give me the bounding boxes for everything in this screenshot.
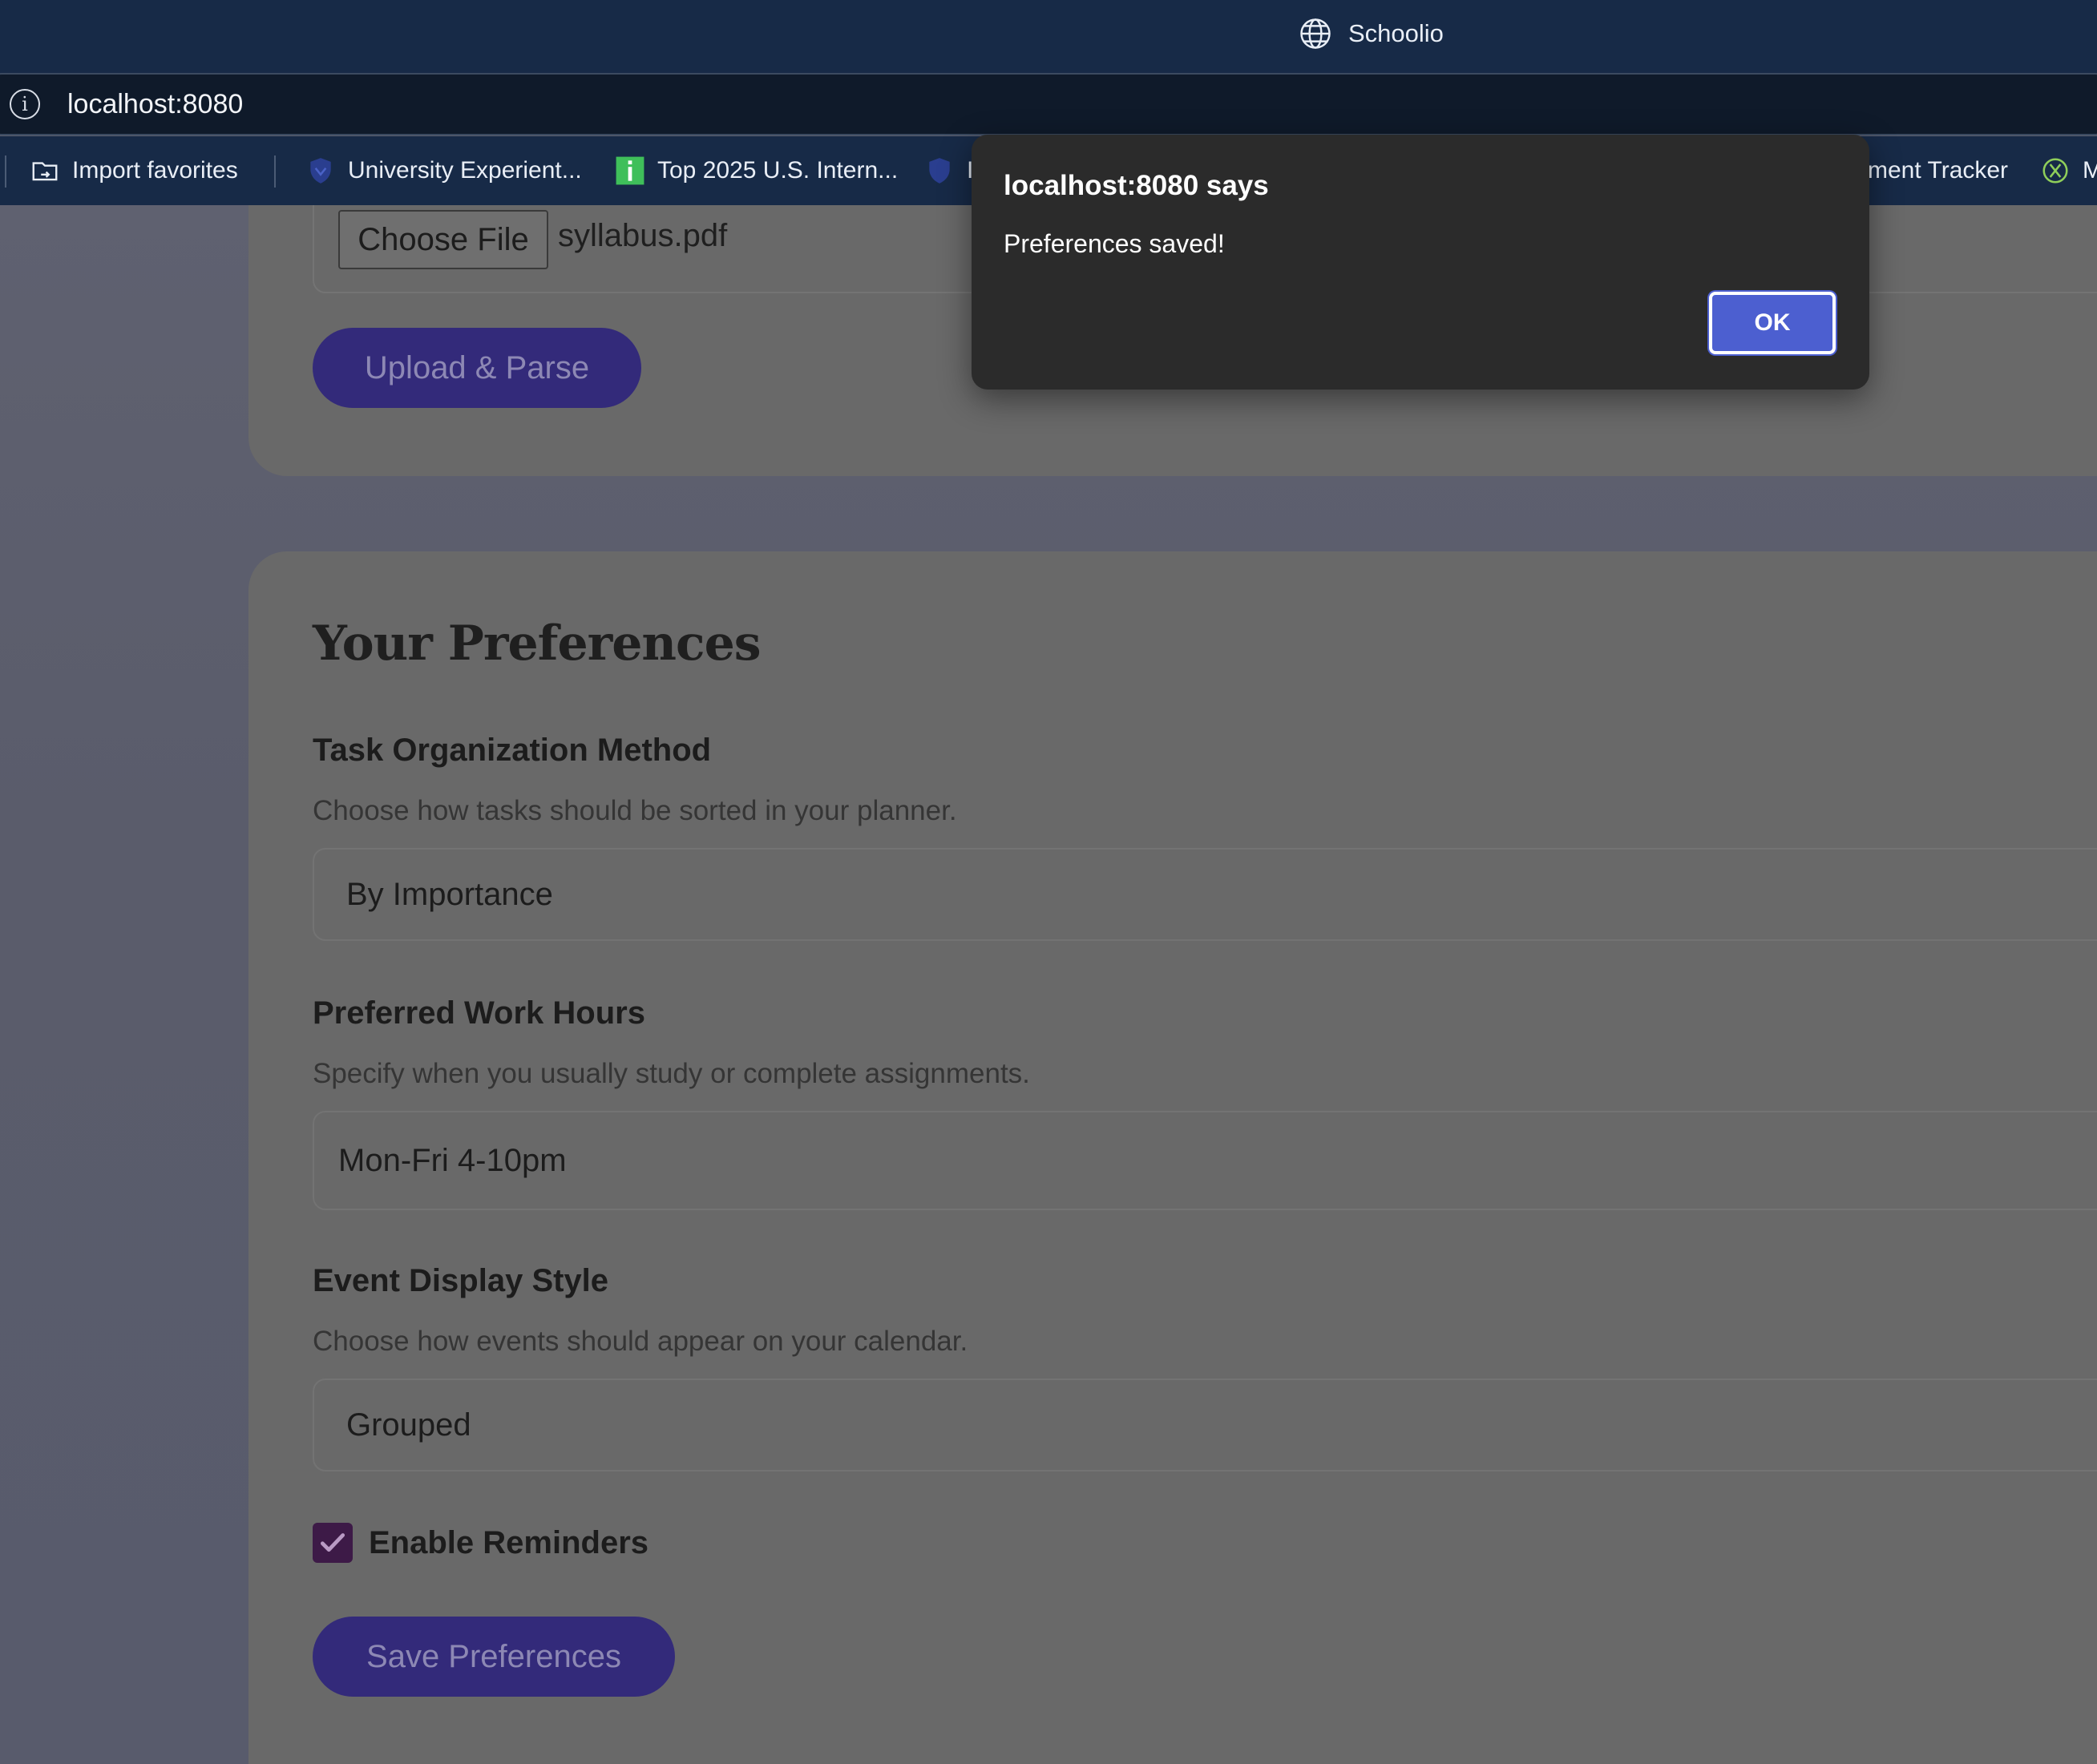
event-display-hint: Choose how events should appear on your …: [313, 1326, 968, 1357]
window-title: Schoolio: [1299, 14, 1444, 53]
bookmark-label: Top 2025 U.S. Intern...: [657, 157, 899, 184]
task-organization-hint: Choose how tasks should be sorted in you…: [313, 795, 957, 826]
browser-title-bar: Schoolio: [0, 0, 2097, 74]
selected-file-name: syllabus.pdf: [558, 218, 728, 253]
bookmark-import-favorites[interactable]: Import favorites: [29, 136, 238, 205]
shield-icon: [305, 155, 337, 187]
choose-file-button[interactable]: Choose File: [338, 210, 548, 269]
bookmark-label: University Experient...: [348, 157, 582, 184]
address-bar[interactable]: i localhost:8080: [0, 73, 2097, 135]
dialog-message: Preferences saved!: [1004, 229, 1225, 258]
shield-icon: [923, 155, 956, 187]
dialog-title: localhost:8080 says: [1004, 170, 1269, 201]
site-info-icon[interactable]: i: [10, 89, 40, 119]
bookmark-label: Import favorites: [72, 157, 238, 184]
preferences-heading: Your Preferences: [313, 616, 762, 672]
alert-dialog: localhost:8080 says Preferences saved! O…: [972, 135, 1869, 390]
event-display-label: Event Display Style: [313, 1263, 609, 1298]
page-content: Choose File syllabus.pdf Upload & Parse …: [0, 205, 2097, 1764]
work-hours-input[interactable]: Mon-Fri 4-10pm: [313, 1111, 2097, 1210]
bookmark-university-experience[interactable]: University Experient...: [305, 136, 582, 205]
address-url[interactable]: localhost:8080: [67, 89, 243, 120]
bookmark-m[interactable]: M: [2039, 136, 2097, 205]
work-hours-label: Preferred Work Hours: [313, 995, 645, 1031]
task-organization-label: Task Organization Method: [313, 733, 712, 768]
save-preferences-button[interactable]: Save Preferences: [313, 1617, 675, 1697]
enable-reminders-label[interactable]: Enable Reminders: [369, 1523, 648, 1563]
bookmark-label: M: [2083, 157, 2097, 184]
globe-icon: [1300, 18, 1331, 49]
bookmark-separator: [5, 155, 6, 188]
bookmark-label: ment Tracker: [1868, 157, 2009, 184]
enable-reminders-checkbox[interactable]: [313, 1523, 353, 1563]
bookmark-truncated[interactable]: I: [923, 136, 973, 205]
info-tile-icon: [614, 155, 646, 187]
window-title-text: Schoolio: [1348, 19, 1444, 47]
task-organization-value: By Importance: [346, 876, 553, 912]
bookmark-assignment-tracker[interactable]: ment Tracker: [1868, 136, 2008, 205]
event-display-select[interactable]: Grouped: [313, 1379, 2097, 1471]
x-circle-icon: [2039, 155, 2071, 187]
dialog-ok-button[interactable]: OK: [1709, 292, 1836, 354]
import-favorites-icon: [29, 155, 61, 187]
work-hours-value: Mon-Fri 4-10pm: [338, 1142, 567, 1178]
bookmark-top-internships[interactable]: Top 2025 U.S. Intern...: [614, 136, 898, 205]
event-display-value: Grouped: [346, 1407, 471, 1443]
upload-parse-button[interactable]: Upload & Parse: [313, 328, 641, 408]
checkmark-icon: [320, 1533, 345, 1552]
bookmark-separator: [274, 155, 276, 188]
task-organization-select[interactable]: By Importance: [313, 848, 2097, 941]
work-hours-hint: Specify when you usually study or comple…: [313, 1058, 1030, 1089]
